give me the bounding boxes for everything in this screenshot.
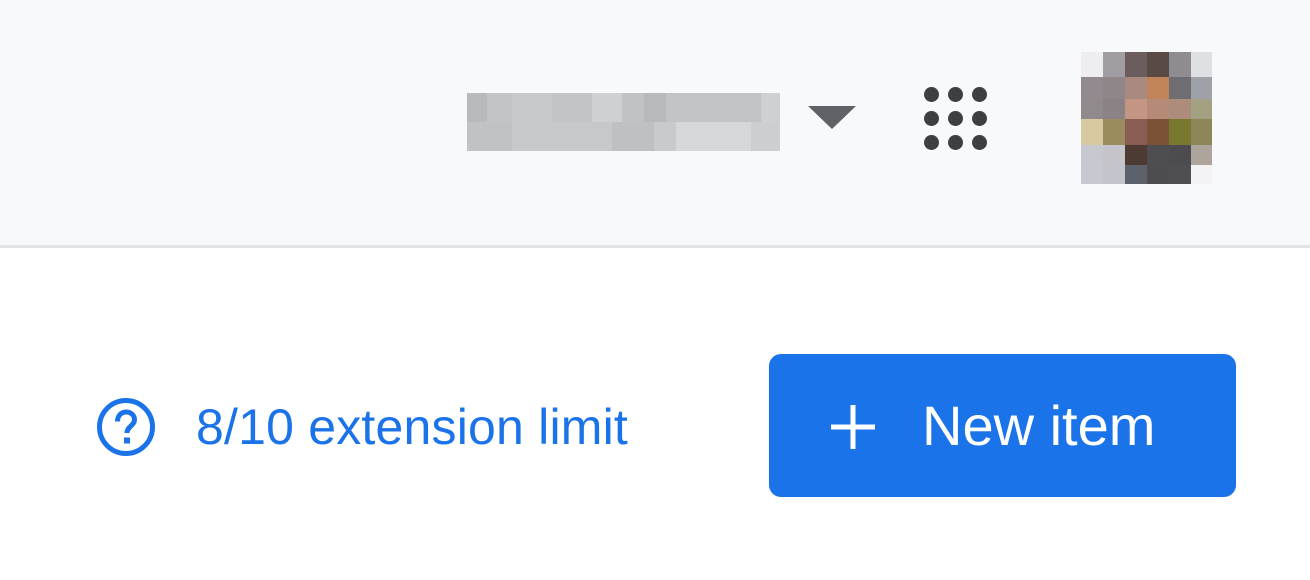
new-item-label: New item [922, 394, 1156, 457]
new-item-button[interactable]: New item [769, 354, 1236, 497]
help-circle-icon [97, 398, 155, 456]
extension-limit-info[interactable]: 8/10 extension limit [96, 397, 628, 457]
apps-dot [972, 87, 987, 102]
account-name-redacted[interactable] [467, 93, 780, 151]
caret-down-icon[interactable] [808, 106, 856, 129]
apps-dot [972, 135, 987, 150]
apps-dot [948, 135, 963, 150]
user-avatar[interactable] [1081, 52, 1212, 184]
apps-dot [948, 87, 963, 102]
top-app-bar [0, 0, 1310, 248]
apps-dot [924, 111, 939, 126]
extension-limit-text: 8/10 extension limit [196, 399, 629, 455]
apps-grid-icon[interactable] [920, 84, 992, 154]
apps-dot [972, 111, 987, 126]
apps-dot [924, 135, 939, 150]
apps-dot [948, 111, 963, 126]
apps-dot [924, 87, 939, 102]
plus-icon [831, 405, 875, 449]
